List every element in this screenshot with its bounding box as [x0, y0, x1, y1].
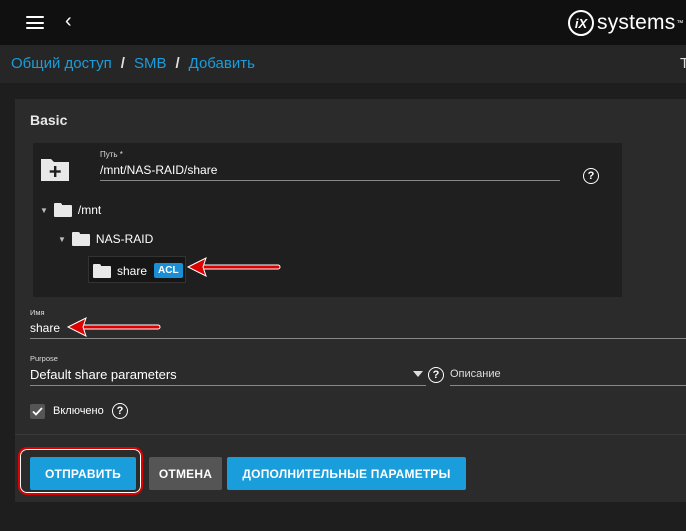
tree-node-label: NAS-RAID: [95, 232, 154, 246]
purpose-select[interactable]: Default share parameters: [30, 367, 177, 382]
enabled-help-icon[interactable]: ?: [112, 403, 128, 419]
path-input[interactable]: /mnt/NAS-RAID/share: [100, 163, 217, 177]
menu-icon[interactable]: [26, 16, 44, 29]
expand-triangle-icon[interactable]: ▼: [58, 235, 66, 244]
description-input[interactable]: Описание: [450, 368, 501, 380]
breadcrumb-sharing[interactable]: Общий доступ: [11, 55, 112, 72]
actions-divider: [15, 434, 686, 435]
description-underline: [450, 385, 686, 386]
brand-trademark: ™: [676, 19, 684, 27]
breadcrumb-add[interactable]: Добавить: [189, 55, 255, 72]
purpose-help-icon[interactable]: ?: [428, 367, 444, 383]
breadcrumb-edge-text: T: [680, 55, 686, 72]
section-title: Basic: [30, 112, 68, 128]
enabled-checkbox[interactable]: [30, 404, 45, 419]
back-chevron-icon[interactable]: ‹: [65, 11, 72, 31]
path-underline: [100, 180, 560, 181]
dropdown-caret-icon[interactable]: [413, 371, 423, 377]
ixsystems-logo-icon: iX: [568, 10, 594, 36]
advanced-options-button[interactable]: ДОПОЛНИТЕЛЬНЫЕ ПАРАМЕТРЫ: [227, 457, 466, 490]
breadcrumb-bar: Общий доступ / SMB / Добавить T: [0, 45, 686, 83]
purpose-underline: [30, 385, 426, 386]
name-input[interactable]: share: [30, 321, 60, 335]
name-underline: [30, 338, 686, 339]
tree-node-label: share: [117, 263, 148, 278]
annotation-arrow-icon: [186, 257, 281, 277]
expand-triangle-icon[interactable]: ▼: [40, 206, 48, 215]
folder-icon: [93, 263, 111, 278]
submit-highlight-annotation: [18, 447, 143, 495]
path-explorer: Путь * /mnt/NAS-RAID/share ? ▼ /mnt ▼ NA…: [33, 143, 622, 297]
brand-text: systems: [597, 11, 676, 34]
path-help-icon[interactable]: ?: [583, 168, 599, 184]
top-bar: ‹ iX systems ™: [0, 0, 686, 45]
folder-icon: [53, 203, 72, 217]
checkmark-icon: [32, 407, 43, 416]
breadcrumb-smb[interactable]: SMB: [134, 55, 167, 72]
tree-node-mnt[interactable]: ▼ /mnt: [40, 203, 101, 217]
breadcrumb: Общий доступ / SMB / Добавить: [11, 55, 255, 72]
breadcrumb-separator: /: [175, 55, 180, 72]
tree-node-share-row: share ACL: [93, 263, 183, 278]
acl-badge: ACL: [154, 263, 183, 278]
smb-add-form: Basic Путь * /mnt/NAS-RAID/share ? ▼ /mn…: [15, 99, 686, 502]
name-label: Имя: [30, 308, 45, 317]
enabled-label: Включено: [53, 405, 104, 417]
tree-node-share[interactable]: share ACL: [88, 256, 186, 283]
add-folder-icon[interactable]: [40, 156, 70, 182]
annotation-arrow-icon: [66, 317, 161, 337]
tree-node-nas-raid[interactable]: ▼ NAS-RAID: [58, 232, 153, 246]
purpose-label: Purpose: [30, 354, 58, 363]
breadcrumb-separator: /: [120, 55, 125, 72]
path-label: Путь *: [100, 150, 123, 159]
folder-icon: [71, 232, 90, 246]
cancel-button[interactable]: ОТМЕНА: [149, 457, 222, 490]
brand-logo: iX systems ™: [568, 9, 683, 37]
tree-node-label: /mnt: [77, 203, 102, 217]
